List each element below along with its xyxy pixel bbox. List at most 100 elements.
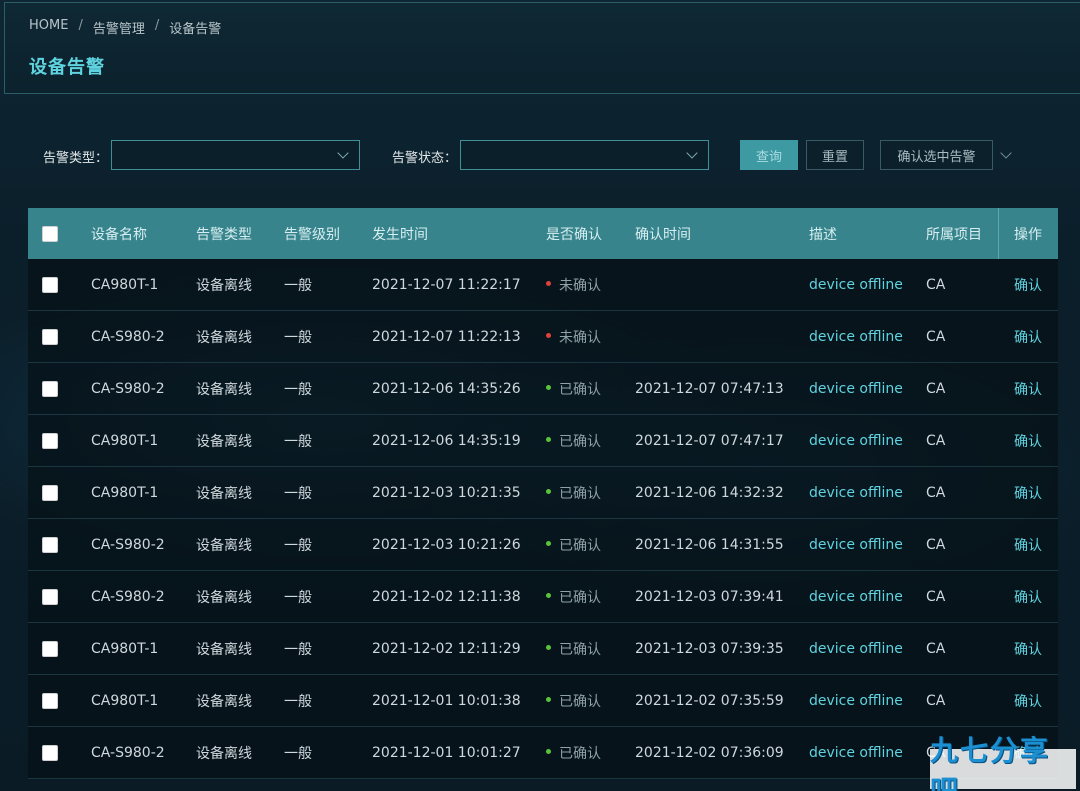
row-checkbox[interactable] xyxy=(42,432,58,449)
alarm-type-cell: 设备离线 xyxy=(196,641,252,658)
confirm-time-cell: 2021-12-07 07:47:17 xyxy=(635,432,784,449)
confirm-status-cell: 已确认 xyxy=(546,535,601,555)
chevron-down-icon xyxy=(686,147,698,159)
device-name-cell: CA980T-1 xyxy=(91,640,159,657)
status-text: 已确认 xyxy=(559,693,601,710)
row-checkbox[interactable] xyxy=(42,744,58,761)
row-checkbox[interactable] xyxy=(42,640,58,657)
alarm-type-cell: 设备离线 xyxy=(196,433,252,450)
breadcrumb-device-alarm: 设备告警 xyxy=(169,22,222,37)
alarm-level-cell: 一般 xyxy=(284,537,312,554)
description-cell: device offline xyxy=(809,744,903,761)
device-name-cell: CA-S980-2 xyxy=(91,536,165,553)
row-checkbox[interactable] xyxy=(42,588,58,605)
description-cell: device offline xyxy=(809,588,903,605)
confirm-status-cell: 未确认 xyxy=(546,275,601,295)
device-name-cell: CA980T-1 xyxy=(91,484,159,501)
confirm-time-cell: 2021-12-02 07:35:59 xyxy=(635,692,784,709)
project-cell: CA xyxy=(926,432,946,449)
device-name-cell: CA980T-1 xyxy=(91,432,159,449)
occur-time-cell: 2021-12-06 14:35:26 xyxy=(372,380,521,397)
status-dot-icon xyxy=(546,645,551,650)
alarm-level-cell: 一般 xyxy=(284,641,312,658)
query-button[interactable]: 查询 xyxy=(740,140,798,170)
confirm-action-link[interactable]: 确认 xyxy=(1014,535,1042,555)
status-text: 已确认 xyxy=(559,745,601,762)
description-cell: device offline xyxy=(809,484,903,501)
description-cell: device offline xyxy=(809,692,903,709)
reset-button[interactable]: 重置 xyxy=(806,140,864,170)
column-header-confirmed: 是否确认 xyxy=(546,226,602,243)
row-checkbox[interactable] xyxy=(42,328,58,345)
alarm-level-cell: 一般 xyxy=(284,381,312,398)
alarm-type-cell: 设备离线 xyxy=(196,485,252,502)
occur-time-cell: 2021-12-01 10:01:27 xyxy=(372,744,521,761)
table-row: CA980T-1 设备离线 一般 2021-12-01 10:01:38 已确认 2021… xyxy=(28,675,1058,727)
status-dot-icon xyxy=(546,385,551,390)
alarm-status-select[interactable] xyxy=(460,140,709,170)
table-row: CA-S980-2 设备离线 一般 2021-12-02 12:11:38 已确认 202… xyxy=(28,571,1058,623)
confirm-status-cell: 已确认 xyxy=(546,743,601,763)
confirm-status-cell: 已确认 xyxy=(546,379,601,399)
table-header: 设备名称 告警类型 告警级别 发生时间 是否确认 确认时间 描述 所属项目 操作 xyxy=(28,208,1058,259)
alarm-type-label: 告警类型： xyxy=(43,151,109,166)
status-text: 已确认 xyxy=(559,433,601,450)
confirm-selected-button[interactable]: 确认选中告警 xyxy=(880,140,993,170)
chevron-down-icon[interactable] xyxy=(1000,147,1012,159)
confirm-time-cell: 2021-12-06 14:31:55 xyxy=(635,536,784,553)
confirm-time-cell: 2021-12-06 14:32:32 xyxy=(635,484,784,501)
occur-time-cell: 2021-12-03 10:21:26 xyxy=(372,536,521,553)
description-cell: device offline xyxy=(809,536,903,553)
table-row: CA-S980-2 设备离线 一般 2021-12-03 10:21:26 已确认 202… xyxy=(28,519,1058,571)
row-checkbox[interactable] xyxy=(42,484,58,501)
table-row: CA980T-1 设备离线 一般 2021-12-03 10:21:35 已确认 2021… xyxy=(28,467,1058,519)
table-row: CA-S980-2 设备离线 一般 2021-12-01 10:01:27 已确认 202… xyxy=(28,727,1058,779)
confirm-status-cell: 已确认 xyxy=(546,431,601,451)
status-text: 已确认 xyxy=(559,537,601,554)
confirm-action-link[interactable]: 确认 xyxy=(1014,379,1042,399)
status-dot-icon xyxy=(546,541,551,546)
confirm-time-cell: 2021-12-07 07:47:13 xyxy=(635,380,784,397)
alarm-level-cell: 一般 xyxy=(284,277,312,294)
column-header-confirm-time: 确认时间 xyxy=(635,226,691,243)
confirm-action-link[interactable]: 确认 xyxy=(1014,483,1042,503)
confirm-action-link[interactable]: 确认 xyxy=(1014,587,1042,607)
page-header: HOME / 告警管理 / 设备告警 设备告警 xyxy=(4,2,1080,94)
status-dot-icon xyxy=(546,593,551,598)
breadcrumb-alarm-management[interactable]: 告警管理 xyxy=(93,18,145,37)
table-row: CA-S980-2 设备离线 一般 2021-12-06 14:35:26 已确认 202… xyxy=(28,363,1058,415)
select-all-checkbox[interactable] xyxy=(42,225,58,242)
confirm-status-cell: 已确认 xyxy=(546,639,601,659)
status-dot-icon xyxy=(546,749,551,754)
project-cell: CA xyxy=(926,328,946,345)
breadcrumb-separator: / xyxy=(154,18,160,33)
column-header-project: 所属项目 xyxy=(926,226,982,243)
row-checkbox[interactable] xyxy=(42,692,58,709)
project-cell: CA xyxy=(926,536,946,553)
confirm-status-cell: 已确认 xyxy=(546,691,601,711)
alarm-type-select[interactable] xyxy=(111,140,360,170)
project-cell: CA xyxy=(926,640,946,657)
project-cell: CA xyxy=(926,692,946,709)
alarm-level-cell: 一般 xyxy=(284,485,312,502)
confirm-action-link[interactable]: 确认 xyxy=(1014,691,1042,711)
row-checkbox[interactable] xyxy=(42,380,58,397)
status-dot-icon xyxy=(546,489,551,494)
device-name-cell: CA-S980-2 xyxy=(91,380,165,397)
confirm-action-link[interactable]: 确认 xyxy=(1014,431,1042,451)
column-header-action: 操作 xyxy=(1014,226,1042,243)
confirm-action-link[interactable]: 确认 xyxy=(1014,275,1042,295)
alarm-type-cell: 设备离线 xyxy=(196,277,252,294)
page-title: 设备告警 xyxy=(29,57,105,78)
description-cell: device offline xyxy=(809,328,903,345)
column-divider xyxy=(998,208,999,259)
confirm-action-link[interactable]: 确认 xyxy=(1014,639,1042,659)
device-name-cell: CA-S980-2 xyxy=(91,328,165,345)
confirm-action-link[interactable]: 确认 xyxy=(1014,327,1042,347)
row-checkbox[interactable] xyxy=(42,276,58,293)
breadcrumb-home[interactable]: HOME xyxy=(29,18,68,37)
watermark-logo: 九七分享吧 xyxy=(930,734,1076,791)
description-cell: device offline xyxy=(809,276,903,293)
row-checkbox[interactable] xyxy=(42,536,58,553)
occur-time-cell: 2021-12-01 10:01:38 xyxy=(372,692,521,709)
